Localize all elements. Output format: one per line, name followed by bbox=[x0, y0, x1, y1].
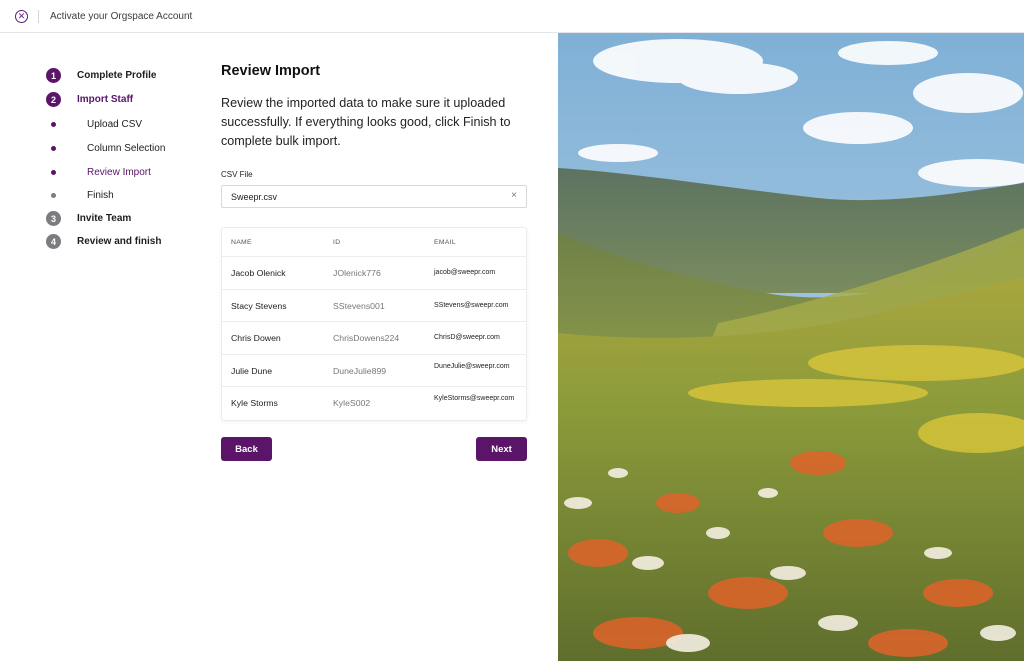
substep-column-selection[interactable]: Column Selection bbox=[51, 143, 165, 154]
substep-dot bbox=[51, 193, 56, 198]
step-number: 3 bbox=[46, 211, 61, 226]
column-header-name: NAME bbox=[231, 239, 252, 246]
divider bbox=[38, 10, 39, 23]
table-row: Julie Dune DuneJulie899 DuneJulie@sweepr… bbox=[222, 355, 526, 388]
substep-dot bbox=[51, 146, 56, 151]
cell-name: Jacob Olenick bbox=[231, 268, 286, 278]
cell-name: Chris Dowen bbox=[231, 333, 281, 344]
table-row: Stacy Stevens SStevens001 SStevens@sweep… bbox=[222, 290, 526, 323]
column-header-id: ID bbox=[333, 239, 341, 246]
back-button[interactable]: Back bbox=[221, 437, 272, 461]
step-label: Review and finish bbox=[77, 236, 162, 247]
cell-email: KyleStorms@sweepr.com bbox=[434, 395, 515, 403]
step-complete-profile[interactable]: 1 Complete Profile bbox=[46, 68, 156, 83]
next-button[interactable]: Next bbox=[476, 437, 527, 461]
step-number: 2 bbox=[46, 92, 61, 107]
clear-file-icon[interactable]: × bbox=[511, 191, 517, 201]
landscape-image bbox=[558, 33, 1024, 661]
csv-file-label: CSV File bbox=[221, 170, 253, 179]
substep-finish[interactable]: Finish bbox=[51, 190, 114, 201]
substep-dot bbox=[51, 122, 56, 127]
substep-review-import[interactable]: Review Import bbox=[51, 167, 151, 178]
step-label: Import Staff bbox=[77, 94, 134, 105]
top-bar: ✕ Activate your Orgspace Account bbox=[0, 0, 1024, 33]
substep-upload-csv[interactable]: Upload CSV bbox=[51, 119, 142, 130]
onboarding-stepper: 1 Complete Profile 2 Import Staff Upload… bbox=[0, 33, 210, 661]
cell-id: DuneJulie899 bbox=[333, 365, 387, 376]
window-title: Activate your Orgspace Account bbox=[50, 11, 193, 22]
cell-email: DuneJulie@sweepr.com bbox=[434, 362, 510, 370]
cell-name: Stacy Stevens bbox=[231, 300, 287, 311]
close-icon[interactable]: ✕ bbox=[15, 10, 28, 23]
table-header: NAME ID EMAIL bbox=[222, 228, 526, 257]
substep-label: Finish bbox=[87, 190, 114, 201]
step-number: 1 bbox=[46, 68, 61, 83]
cell-id: JOlenick776 bbox=[333, 268, 381, 278]
step-import-staff[interactable]: 2 Import Staff bbox=[46, 92, 133, 107]
page-title: Review Import bbox=[221, 63, 321, 79]
substep-label: Column Selection bbox=[87, 143, 166, 154]
cell-name: Julie Dune bbox=[231, 365, 273, 376]
page-description: Review the imported data to make sure it… bbox=[221, 96, 511, 148]
substep-label: Review Import bbox=[87, 167, 151, 178]
cell-email: ChrisD@sweepr.com bbox=[434, 334, 500, 342]
cell-name: Kyle Storms bbox=[231, 398, 278, 409]
substep-label: Upload CSV bbox=[87, 119, 143, 130]
step-number: 4 bbox=[46, 234, 61, 249]
cell-id: ChrisDowens224 bbox=[333, 333, 400, 344]
csv-file-field[interactable]: Sweepr.csv × bbox=[221, 185, 527, 208]
step-invite-team[interactable]: 3 Invite Team bbox=[46, 211, 131, 226]
column-header-email: EMAIL bbox=[434, 239, 456, 246]
import-table: NAME ID EMAIL Jacob Olenick JOlenick776 … bbox=[221, 227, 527, 421]
table-row: Kyle Storms KyleS002 KyleStorms@sweepr.c… bbox=[222, 387, 526, 420]
cell-id: SStevens001 bbox=[333, 300, 385, 311]
step-review-and-finish[interactable]: 4 Review and finish bbox=[46, 234, 161, 249]
cell-email: jacob@sweepr.com bbox=[434, 269, 496, 276]
cell-id: KyleS002 bbox=[333, 398, 371, 409]
step-label: Complete Profile bbox=[77, 70, 157, 81]
table-row: Chris Dowen ChrisDowens224 ChrisD@sweepr… bbox=[222, 322, 526, 355]
csv-file-name: Sweepr.csv bbox=[231, 192, 278, 202]
table-row: Jacob Olenick JOlenick776 jacob@sweepr.c… bbox=[222, 257, 526, 290]
cell-email: SStevens@sweepr.com bbox=[434, 301, 509, 309]
step-label: Invite Team bbox=[77, 213, 132, 224]
substep-dot bbox=[51, 170, 56, 175]
